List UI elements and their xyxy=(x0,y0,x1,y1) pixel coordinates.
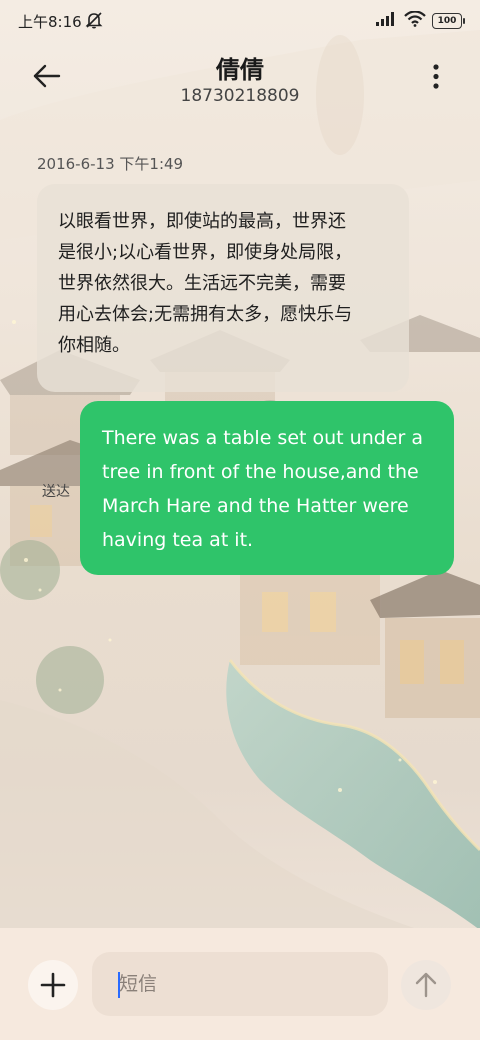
text-caret xyxy=(118,972,120,998)
arrow-up-icon xyxy=(415,972,437,998)
incoming-message-bubble[interactable]: 以眼看世界，即使站的最高，世界还 是很小;以心看世界，即使身处局限， 世界依然很… xyxy=(37,184,409,392)
message-line: 是很小;以心看世界，即使身处局限， xyxy=(58,242,353,263)
message-line: 世界依然很大。生活远不完美，需要 xyxy=(58,273,346,294)
message-line: tree in front of the house,and the xyxy=(102,461,419,483)
delivery-status: 送达 xyxy=(42,484,70,500)
battery-icon: 100 xyxy=(432,13,465,29)
send-button[interactable] xyxy=(401,960,451,1010)
status-bar: 上午8:16 100 xyxy=(0,0,480,40)
more-options-button[interactable] xyxy=(418,52,454,94)
message-line: having tea at it. xyxy=(102,529,254,551)
message-line: 用心去体会;无需拥有太多，愿快乐与 xyxy=(58,304,353,325)
signal-icon xyxy=(376,12,398,30)
conversation-header: 倩倩 18730218809 xyxy=(0,44,480,114)
message-line: March Hare and the Hatter were xyxy=(102,495,409,517)
message-timestamp: 2016-6-13 下午1:49 xyxy=(37,155,184,173)
vertical-dots-icon xyxy=(433,64,439,89)
message-line: There was a table set out under a xyxy=(102,427,423,449)
add-attachment-button[interactable] xyxy=(28,960,78,1010)
message-line: 以眼看世界，即使站的最高，世界还 xyxy=(58,211,346,232)
message-line: 你相随。 xyxy=(58,335,130,356)
status-time: 上午8:16 xyxy=(18,13,82,31)
outgoing-message-bubble[interactable]: There was a table set out under a tree i… xyxy=(80,401,454,575)
plus-icon xyxy=(40,972,66,998)
message-composer xyxy=(0,928,480,1040)
message-input[interactable] xyxy=(92,952,388,1016)
sms-conversation-screen: 上午8:16 100 倩倩 18730218809 2016-6-13 下午1:… xyxy=(0,0,480,1040)
contact-phone-number: 18730218809 xyxy=(180,86,300,106)
contact-name: 倩倩 xyxy=(216,56,264,84)
wifi-icon xyxy=(404,10,426,31)
status-indicators: 100 xyxy=(376,10,465,31)
mute-bell-icon xyxy=(84,10,104,30)
